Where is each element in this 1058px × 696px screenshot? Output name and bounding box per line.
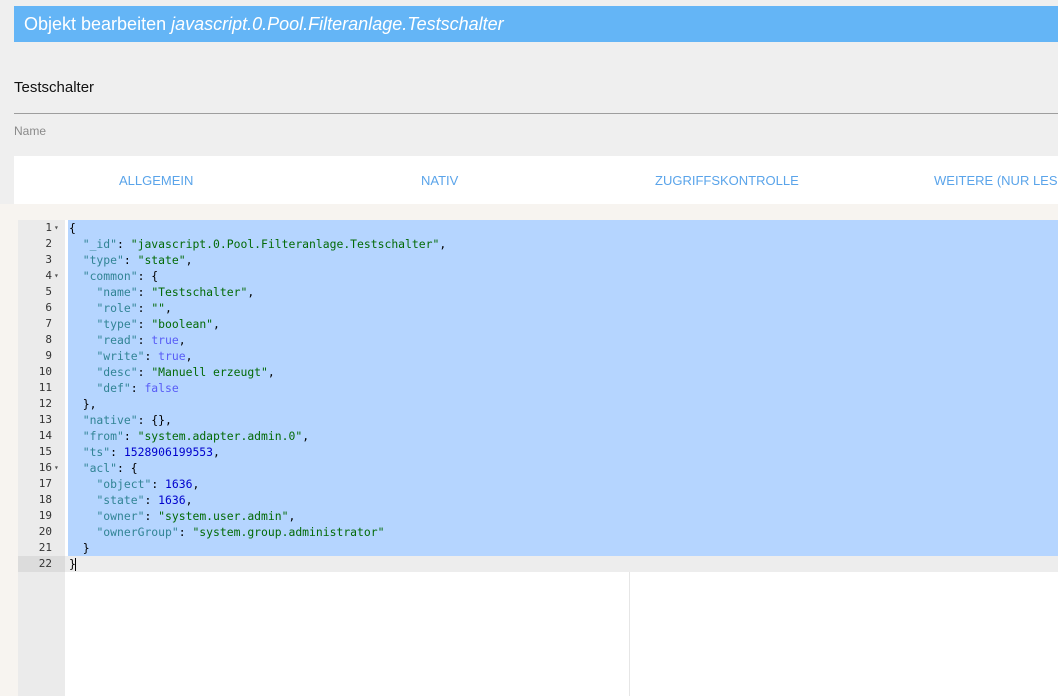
line-number: 8	[45, 333, 52, 346]
code-line: 9 "write": true,	[18, 348, 1058, 364]
line-number: 19	[38, 509, 52, 522]
code-text: "native": {},	[82, 413, 172, 427]
code-line: 14 "from": "system.adapter.admin.0",	[18, 428, 1058, 444]
line-number: 17	[38, 477, 52, 490]
code-line: 7 "type": "boolean",	[18, 316, 1058, 332]
line-number: 14	[38, 429, 52, 442]
dialog-title-object-id: javascript.0.Pool.Filteranlage.Testschal…	[171, 14, 504, 34]
line-number: 21	[38, 541, 52, 554]
line-number: 2	[45, 237, 52, 250]
code-text: "read": true,	[96, 333, 186, 347]
print-margin	[629, 572, 630, 696]
line-number: 20	[38, 525, 52, 538]
line-number: 7	[45, 317, 52, 330]
json-code-editor[interactable]: 1 ▾{2 "_id": "javascript.0.Pool.Filteranl…	[18, 220, 1058, 696]
code-text: "ts": 1528906199553,	[82, 445, 220, 459]
code-text: "from": "system.adapter.admin.0",	[82, 429, 310, 443]
caret-down-icon[interactable]: ▾	[54, 268, 63, 284]
dialog-title-bar: Objekt bearbeiten javascript.0.Pool.Filt…	[14, 6, 1058, 42]
code-line: 2 "_id": "javascript.0.Pool.Filteranlage…	[18, 236, 1058, 252]
code-line: 4 ▾ "common": {	[18, 268, 1058, 284]
tab-bar: ALLGEMEIN NATIV ZUGRIFFSKONTROLLE WEITER…	[14, 156, 1058, 204]
name-input-label: Name	[14, 124, 47, 138]
code-line: 5 "name": "Testschalter",	[18, 284, 1058, 300]
text-cursor	[75, 558, 76, 571]
line-number: 1	[45, 221, 52, 234]
code-line: 18 "state": 1636,	[18, 492, 1058, 508]
code-text: "state": 1636,	[96, 493, 193, 507]
code-line: 11 "def": false	[18, 380, 1058, 396]
code-line: 15 "ts": 1528906199553,	[18, 444, 1058, 460]
code-line: 13 "native": {},	[18, 412, 1058, 428]
line-number: 13	[38, 413, 52, 426]
caret-down-icon[interactable]: ▾	[54, 220, 63, 236]
code-text: "type": "boolean",	[96, 317, 220, 331]
code-line: 6 "role": "",	[18, 300, 1058, 316]
code-text: "role": "",	[96, 301, 172, 315]
name-input[interactable]: Testschalter	[14, 79, 94, 96]
code-text: },	[69, 397, 97, 411]
line-number: 18	[38, 493, 52, 506]
name-input-underline	[14, 113, 1058, 114]
line-number: 16	[38, 461, 52, 474]
dialog-title-prefix: Objekt bearbeiten	[24, 14, 167, 34]
code-text: "type": "state",	[82, 253, 193, 267]
code-line: 17 "object": 1636,	[18, 476, 1058, 492]
code-text: "object": 1636,	[96, 477, 200, 491]
code-line: 10 "desc": "Manuell erzeugt",	[18, 364, 1058, 380]
code-text: "_id": "javascript.0.Pool.Filteranlage.T…	[82, 237, 447, 251]
code-line: 20 "ownerGroup": "system.group.administr…	[18, 524, 1058, 540]
line-number: 6	[45, 301, 52, 314]
code-text: "ownerGroup": "system.group.administrato…	[96, 525, 385, 539]
code-line: 16 ▾ "acl": {	[18, 460, 1058, 476]
code-text: "write": true,	[96, 349, 193, 363]
code-line: 19 "owner": "system.user.admin",	[18, 508, 1058, 524]
line-number: 4	[45, 269, 52, 282]
editor-container: 1 ▾{2 "_id": "javascript.0.Pool.Filteranl…	[0, 204, 1058, 696]
code-text: "common": {	[82, 269, 159, 283]
line-number: 11	[38, 381, 52, 394]
tab-allgemein[interactable]: ALLGEMEIN	[119, 156, 193, 204]
line-number: 3	[45, 253, 52, 266]
code-text: "def": false	[96, 381, 179, 395]
code-text: }	[69, 541, 90, 555]
code-line: 1 ▾ {	[18, 220, 1058, 236]
line-number: 15	[38, 445, 52, 458]
tab-nativ[interactable]: NATIV	[421, 156, 458, 204]
code-line: 8 "read": true,	[18, 332, 1058, 348]
code-text: "desc": "Manuell erzeugt",	[96, 365, 275, 379]
caret-down-icon[interactable]: ▾	[54, 460, 63, 476]
line-number: 12	[38, 397, 52, 410]
line-number: 10	[38, 365, 52, 378]
line-number: 5	[45, 285, 52, 298]
code-line: 21 }	[18, 540, 1058, 556]
code-line: 3 "type": "state",	[18, 252, 1058, 268]
line-number: 9	[45, 349, 52, 362]
code-text: "name": "Testschalter",	[96, 285, 255, 299]
tab-zugriffskontrolle[interactable]: ZUGRIFFSKONTROLLE	[655, 156, 799, 204]
code-line: 22}	[18, 556, 1058, 572]
code-text: {	[69, 221, 76, 235]
code-line: 12 },	[18, 396, 1058, 412]
tab-weitere-nur-lesen[interactable]: WEITERE (NUR LESEN)	[934, 156, 1058, 204]
code-text: "owner": "system.user.admin",	[96, 509, 296, 523]
code-text: "acl": {	[82, 461, 138, 475]
line-number: 22	[38, 557, 52, 570]
